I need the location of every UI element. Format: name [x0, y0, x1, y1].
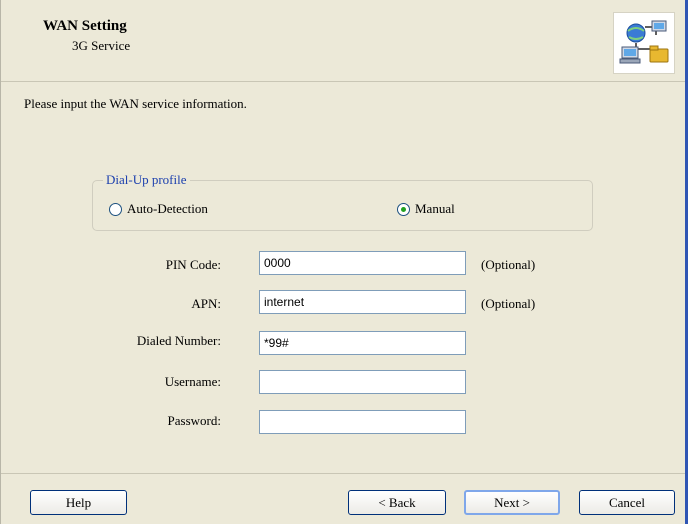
username-label: Username: [164, 374, 221, 389]
apn-optional-note: (Optional) [481, 296, 536, 311]
password-label: Password: [167, 413, 221, 428]
footer-divider [1, 473, 685, 474]
auto-detection-radio[interactable]: Auto-Detection [109, 201, 208, 217]
manual-label: Manual [415, 201, 455, 216]
radio-checked-icon [397, 202, 410, 216]
radio-unchecked-icon [109, 202, 122, 216]
instruction-text: Please input the WAN service information… [24, 96, 247, 111]
pin-optional-note: (Optional) [481, 257, 536, 272]
pin-code-input[interactable] [259, 251, 466, 275]
apn-label: APN: [191, 296, 221, 311]
password-input[interactable] [259, 410, 466, 434]
cancel-button[interactable]: Cancel [579, 490, 675, 515]
pin-code-label: PIN Code: [165, 257, 221, 272]
apn-input[interactable] [259, 290, 466, 314]
dialup-profile-legend: Dial-Up profile [103, 172, 190, 188]
wizard-header: WAN Setting 3G Service [1, 0, 685, 82]
next-button[interactable]: Next > [464, 490, 560, 515]
network-wizard-icon [613, 12, 675, 74]
dialed-number-label: Dialed Number: [136, 333, 221, 348]
username-input[interactable] [259, 370, 466, 394]
page-title: WAN Setting [43, 18, 127, 34]
help-button[interactable]: Help [30, 490, 127, 515]
wizard-window: WAN Setting 3G Service Please input the … [0, 0, 688, 524]
page-subtitle: 3G Service [72, 38, 131, 53]
back-button[interactable]: < Back [348, 490, 446, 515]
auto-detection-label: Auto-Detection [127, 201, 208, 216]
manual-radio[interactable]: Manual [397, 201, 455, 217]
dialed-number-input[interactable] [259, 331, 466, 355]
